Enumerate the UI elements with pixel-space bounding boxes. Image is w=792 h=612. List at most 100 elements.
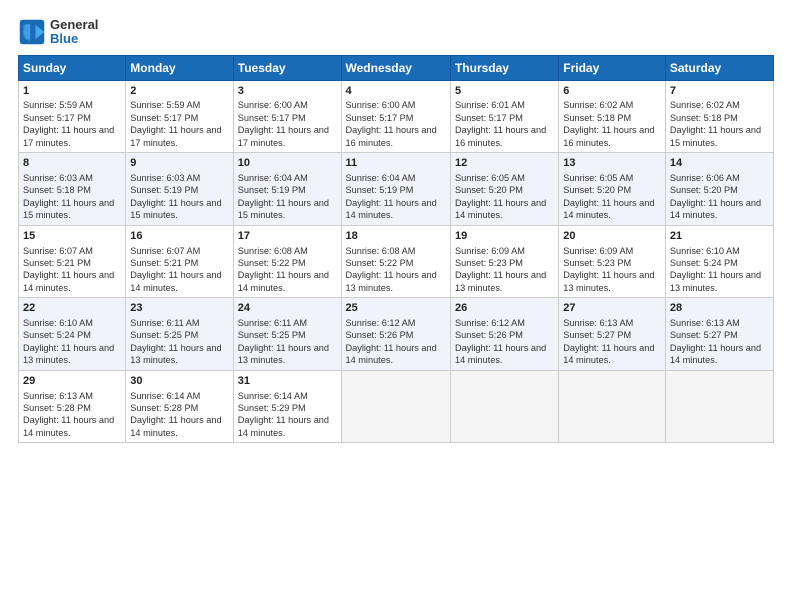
sunset: Sunset: 5:17 PM [23, 113, 91, 123]
calendar-cell: 29 Sunrise: 6:13 AM Sunset: 5:28 PM Dayligh… [19, 370, 126, 443]
daylight: Daylight: 11 hours and 16 minutes. [563, 125, 654, 147]
sunrise: Sunrise: 6:06 AM [670, 173, 740, 183]
sunrise: Sunrise: 5:59 AM [23, 100, 93, 110]
sunrise: Sunrise: 6:05 AM [455, 173, 525, 183]
day-number: 12 [455, 156, 554, 171]
calendar-cell: 3Sunrise: 6:00 AMSunset: 5:17 PMDaylight… [233, 80, 341, 153]
daylight: Daylight: 11 hours and 16 minutes. [455, 125, 546, 147]
daylight: Daylight: 11 hours and 13 minutes. [130, 343, 221, 365]
sunrise: Sunrise: 6:09 AM [455, 246, 525, 256]
daylight: Daylight: 11 hours and 14 minutes. [130, 415, 221, 437]
calendar-cell: 24Sunrise: 6:11 AMSunset: 5:25 PMDayligh… [233, 298, 341, 371]
calendar-cell: 1Sunrise: 5:59 AMSunset: 5:17 PMDaylight… [19, 80, 126, 153]
sunrise: Sunrise: 6:14 AM [130, 391, 200, 401]
day-of-week-header: Monday [126, 55, 233, 80]
calendar-cell: 25Sunrise: 6:12 AMSunset: 5:26 PMDayligh… [341, 298, 450, 371]
calendar-cell: 13Sunrise: 6:05 AMSunset: 5:20 PMDayligh… [559, 153, 666, 226]
day-number: 15 [23, 229, 121, 244]
sunset: Sunset: 5:19 PM [238, 185, 306, 195]
day-number: 1 [23, 84, 121, 99]
day-number: 8 [23, 156, 121, 171]
logo-text: General Blue [50, 18, 98, 47]
daylight: Daylight: 11 hours and 15 minutes. [130, 198, 221, 220]
calendar-cell: 4Sunrise: 6:00 AMSunset: 5:17 PMDaylight… [341, 80, 450, 153]
calendar-cell: 19Sunrise: 6:09 AMSunset: 5:23 PMDayligh… [450, 225, 558, 298]
sunrise: Sunrise: 6:01 AM [455, 100, 525, 110]
calendar-cell: 20Sunrise: 6:09 AMSunset: 5:23 PMDayligh… [559, 225, 666, 298]
day-number: 3 [238, 84, 337, 99]
day-number: 29 [23, 374, 121, 389]
daylight: Daylight: 11 hours and 13 minutes. [346, 270, 437, 292]
sunset: Sunset: 5:28 PM [23, 403, 91, 413]
day-of-week-header: Sunday [19, 55, 126, 80]
sunrise: Sunrise: 5:59 AM [130, 100, 200, 110]
day-number: 18 [346, 229, 446, 244]
day-number: 13 [563, 156, 661, 171]
calendar-cell [665, 370, 773, 443]
calendar-cell: 15Sunrise: 6:07 AMSunset: 5:21 PMDayligh… [19, 225, 126, 298]
sunset: Sunset: 5:25 PM [238, 330, 306, 340]
day-number: 30 [130, 374, 228, 389]
calendar-cell: 23Sunrise: 6:11 AMSunset: 5:25 PMDayligh… [126, 298, 233, 371]
sunset: Sunset: 5:26 PM [455, 330, 523, 340]
day-number: 20 [563, 229, 661, 244]
calendar-cell: 26Sunrise: 6:12 AMSunset: 5:26 PMDayligh… [450, 298, 558, 371]
sunset: Sunset: 5:21 PM [130, 258, 198, 268]
calendar-cell: 11Sunrise: 6:04 AMSunset: 5:19 PMDayligh… [341, 153, 450, 226]
day-of-week-header: Tuesday [233, 55, 341, 80]
calendar-cell [559, 370, 666, 443]
calendar-cell: 17Sunrise: 6:08 AMSunset: 5:22 PMDayligh… [233, 225, 341, 298]
sunrise: Sunrise: 6:09 AM [563, 246, 633, 256]
day-number: 27 [563, 301, 661, 316]
calendar-cell: 12 Sunrise: 6:05 AM Sunset: 5:20 PM Dayligh… [450, 153, 558, 226]
day-number: 19 [455, 229, 554, 244]
daylight: Daylight: 11 hours and 14 minutes. [455, 198, 546, 220]
day-of-week-header: Saturday [665, 55, 773, 80]
sunset: Sunset: 5:28 PM [130, 403, 198, 413]
sunrise: Sunrise: 6:11 AM [130, 318, 199, 328]
sunrise: Sunrise: 6:08 AM [346, 246, 416, 256]
day-of-week-header: Wednesday [341, 55, 450, 80]
sunset: Sunset: 5:24 PM [670, 258, 738, 268]
sunrise: Sunrise: 6:07 AM [23, 246, 93, 256]
daylight: Daylight: 11 hours and 13 minutes. [23, 343, 114, 365]
calendar-cell: 31Sunrise: 6:14 AMSunset: 5:29 PMDayligh… [233, 370, 341, 443]
calendar-cell: 30 Sunrise: 6:14 AM Sunset: 5:28 PM Dayligh… [126, 370, 233, 443]
daylight: Daylight: 11 hours and 13 minutes. [670, 270, 761, 292]
day-number: 17 [238, 229, 337, 244]
day-number: 4 [346, 84, 446, 99]
calendar-cell: 28Sunrise: 6:13 AMSunset: 5:27 PMDayligh… [665, 298, 773, 371]
daylight: Daylight: 11 hours and 15 minutes. [23, 198, 114, 220]
sunset: Sunset: 5:20 PM [670, 185, 738, 195]
sunrise: Sunrise: 6:02 AM [563, 100, 633, 110]
logo: General Blue [18, 18, 98, 47]
day-number: 22 [23, 301, 121, 316]
calendar-cell: 18 Sunrise: 6:08 AM Sunset: 5:22 PM Dayligh… [341, 225, 450, 298]
sunrise: Sunrise: 6:13 AM [563, 318, 633, 328]
sunset: Sunset: 5:27 PM [670, 330, 738, 340]
day-number: 21 [670, 229, 769, 244]
sunrise: Sunrise: 6:10 AM [670, 246, 740, 256]
sunset: Sunset: 5:18 PM [23, 185, 91, 195]
daylight: Daylight: 11 hours and 14 minutes. [670, 343, 761, 365]
header: General Blue [18, 18, 774, 47]
sunset: Sunset: 5:22 PM [346, 258, 414, 268]
sunrise: Sunrise: 6:03 AM [130, 173, 200, 183]
day-number: 16 [130, 229, 228, 244]
daylight: Daylight: 11 hours and 14 minutes. [346, 343, 437, 365]
daylight: Daylight: 11 hours and 15 minutes. [670, 125, 761, 147]
sunrise: Sunrise: 6:13 AM [23, 391, 93, 401]
sunset: Sunset: 5:18 PM [563, 113, 631, 123]
calendar-cell: 14Sunrise: 6:06 AMSunset: 5:20 PMDayligh… [665, 153, 773, 226]
daylight: Daylight: 11 hours and 14 minutes. [563, 343, 654, 365]
daylight: Daylight: 11 hours and 14 minutes. [23, 415, 114, 437]
daylight: Daylight: 11 hours and 14 minutes. [670, 198, 761, 220]
sunrise: Sunrise: 6:14 AM [238, 391, 308, 401]
calendar-cell: 21 Sunrise: 6:10 AM Sunset: 5:24 PM Dayligh… [665, 225, 773, 298]
sunset: Sunset: 5:20 PM [455, 185, 523, 195]
calendar-cell: 6Sunrise: 6:02 AMSunset: 5:18 PMDaylight… [559, 80, 666, 153]
daylight: Daylight: 11 hours and 16 minutes. [346, 125, 437, 147]
calendar-cell [450, 370, 558, 443]
calendar-cell: 5Sunrise: 6:01 AMSunset: 5:17 PMDaylight… [450, 80, 558, 153]
calendar-cell: 22Sunrise: 6:10 AMSunset: 5:24 PMDayligh… [19, 298, 126, 371]
